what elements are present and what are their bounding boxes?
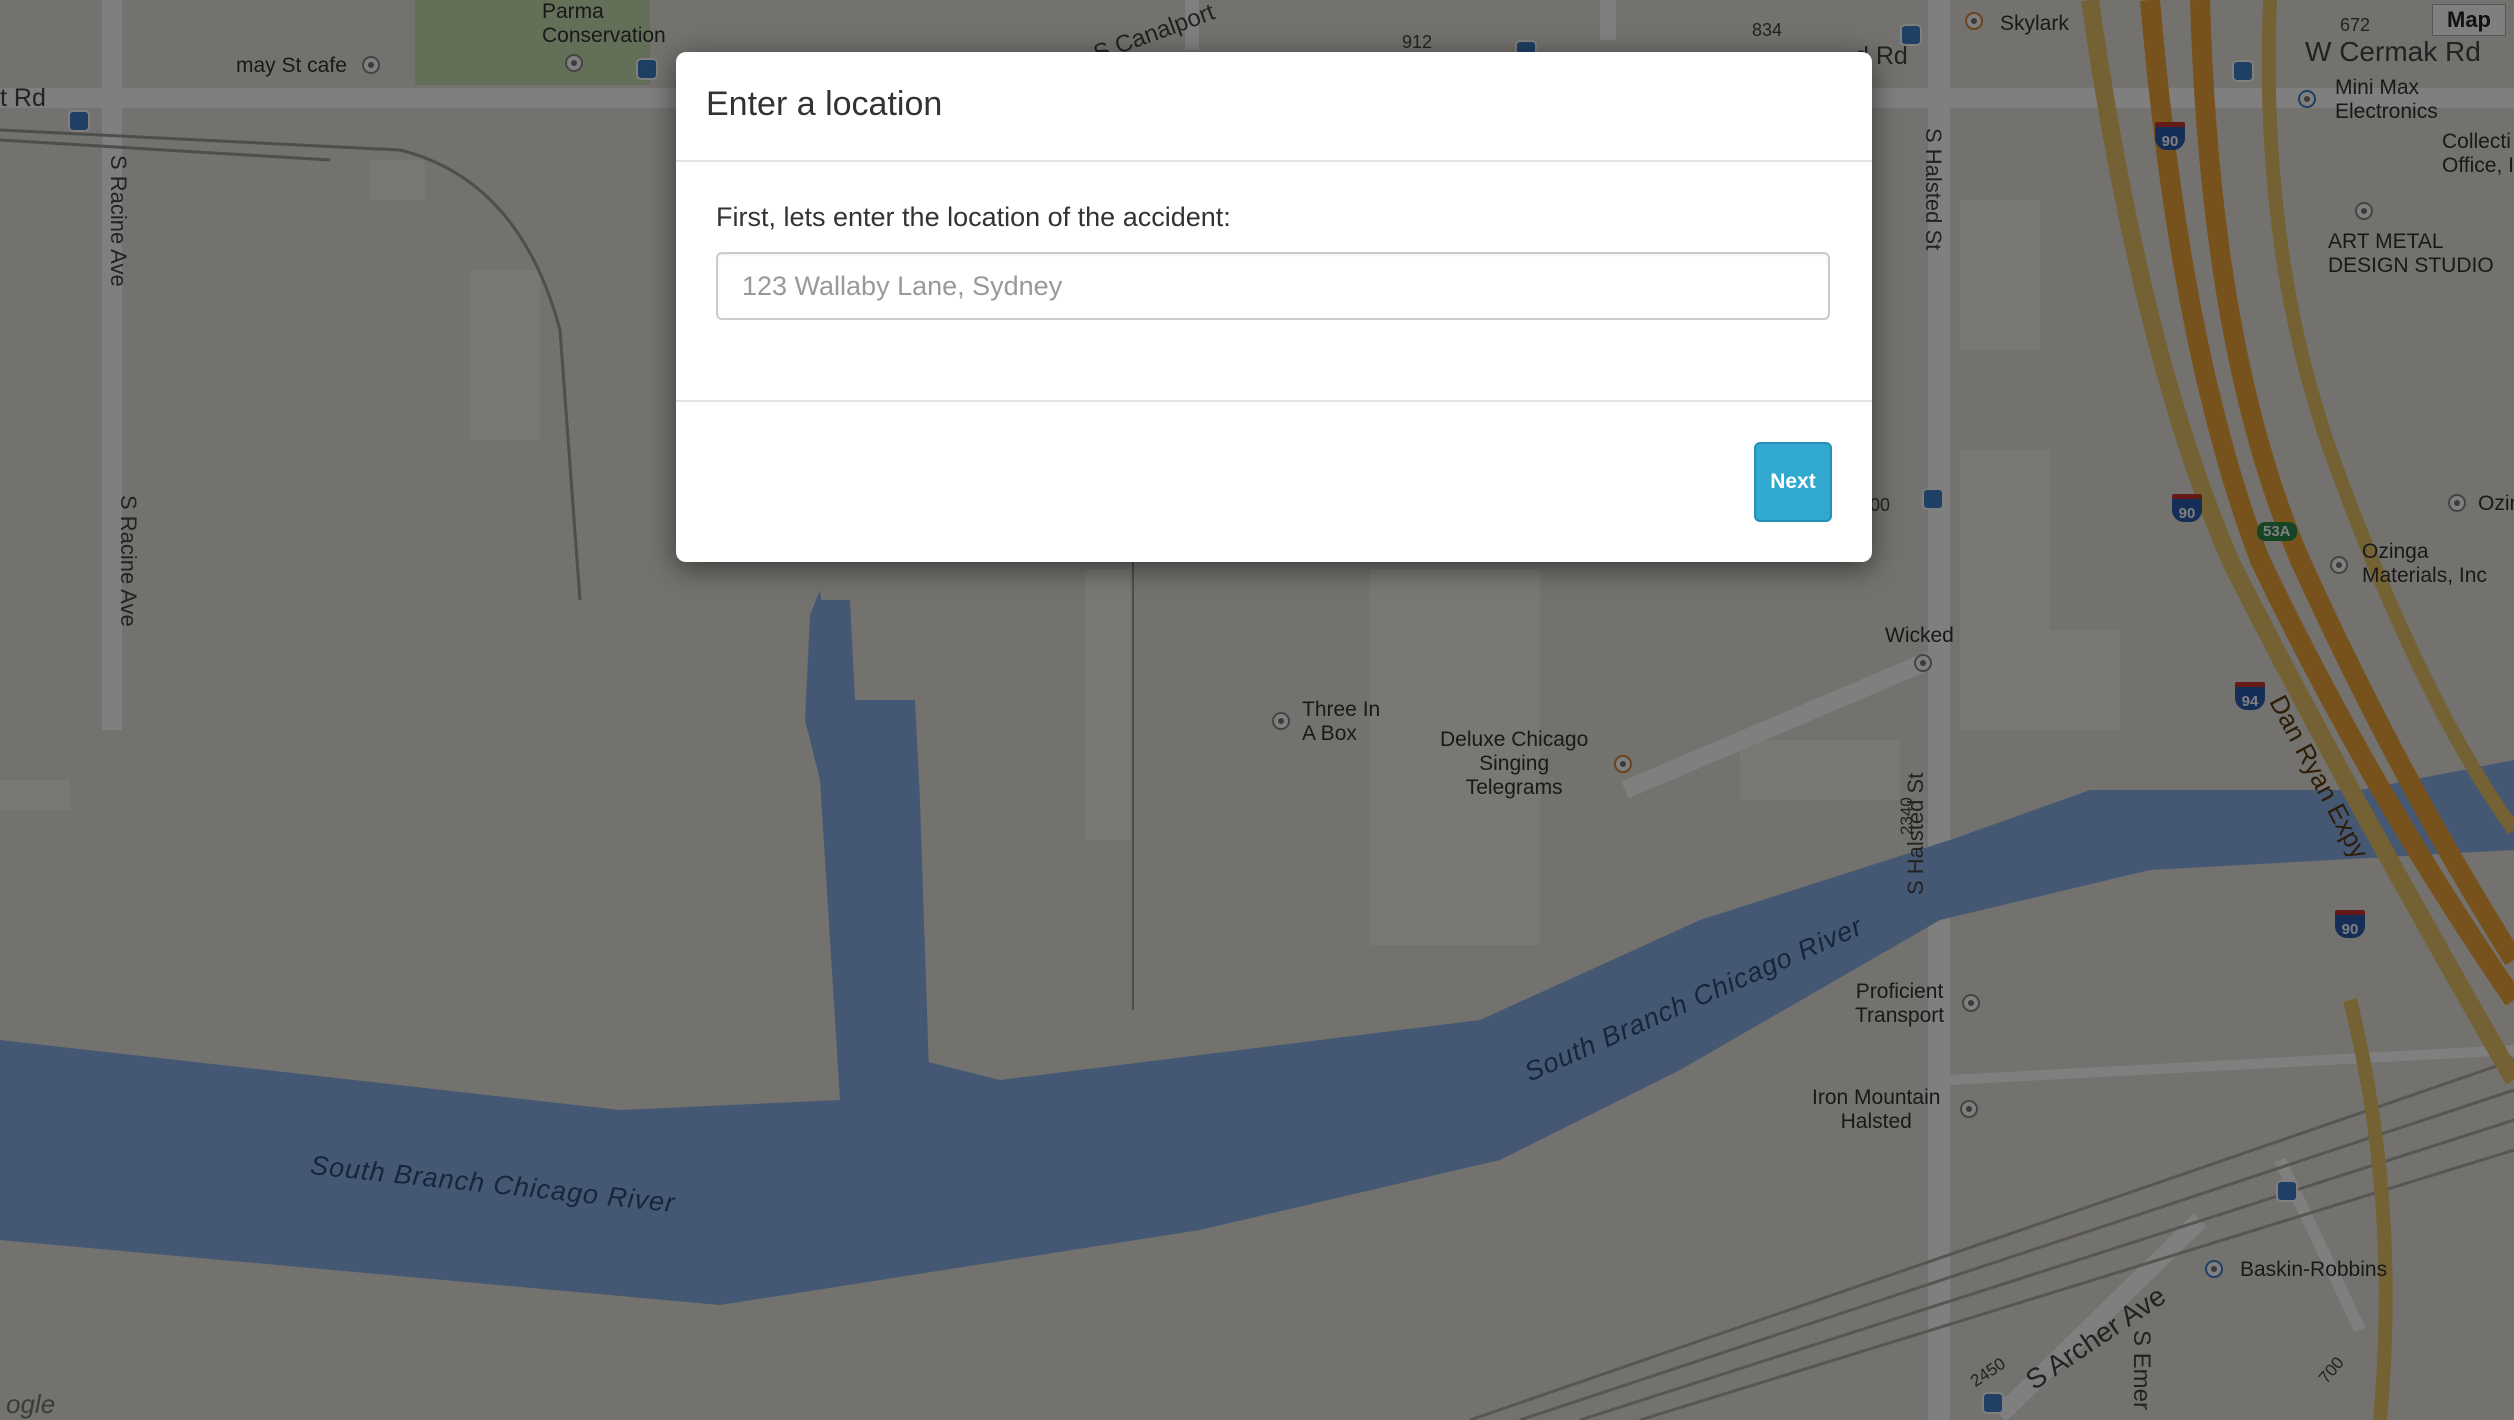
dialog-title: Enter a location [706, 85, 943, 123]
location-prompt: First, lets enter the location of the ac… [716, 202, 1231, 232]
location-input[interactable] [716, 252, 1830, 320]
location-dialog: Enter a location First, lets enter the l… [676, 52, 1872, 562]
dialog-body: First, lets enter the location of the ac… [676, 162, 1872, 402]
dialog-header: Enter a location [676, 52, 1872, 162]
dialog-footer: Next [676, 402, 1872, 562]
next-button[interactable]: Next [1754, 442, 1832, 522]
